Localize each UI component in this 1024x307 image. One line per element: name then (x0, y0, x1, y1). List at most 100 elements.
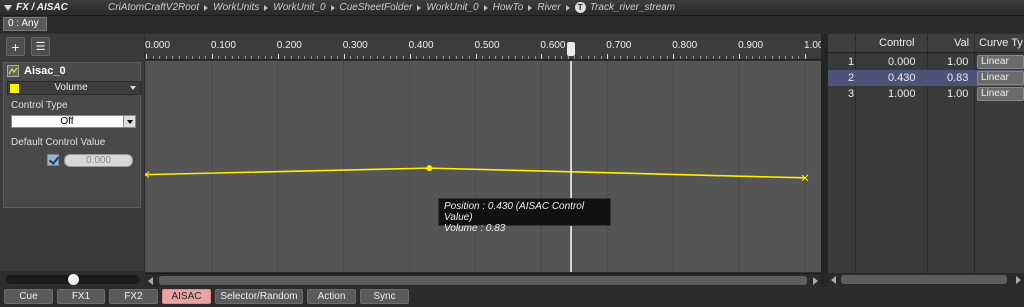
ruler-minor-tick (482, 56, 484, 59)
breadcrumb-item[interactable]: CriAtomCraftV2Root (108, 2, 199, 13)
ruler-minor-tick (745, 56, 747, 59)
control-value-ruler[interactable]: 0.000 0.100 0.200 0.300 0.400 0.500 0.600 0.700… (145, 34, 821, 60)
ruler-minor-tick (356, 56, 358, 59)
scroll-right-icon[interactable] (1016, 276, 1021, 284)
ruler-minor-tick (534, 56, 536, 59)
ruler-minor-tick (627, 56, 629, 59)
ruler-minor-tick (422, 56, 424, 59)
aisac-graph-icon (7, 65, 19, 77)
ruler-minor-tick (468, 56, 470, 59)
ruler-minor-tick (290, 56, 292, 59)
ruler-minor-tick (323, 56, 325, 59)
list-view-button[interactable]: ☰ (31, 37, 50, 56)
curve-point[interactable] (426, 165, 433, 172)
control-type-dropdown[interactable]: Off (11, 115, 136, 128)
table-row-selected[interactable]: 2 0.430 0.83 Linear (828, 70, 1024, 86)
cell-control[interactable]: 0.430 (888, 72, 916, 84)
panel-splitter[interactable] (821, 34, 828, 287)
ruler-tick-label: 1.00 (804, 40, 821, 51)
graph-horizontal-scrollbar[interactable] (145, 273, 821, 287)
ruler-minor-tick (442, 56, 444, 59)
column-header-control[interactable]: Control (879, 37, 914, 49)
ruler-minor-tick (554, 56, 556, 59)
ruler-tick-label: 0.500 (474, 40, 500, 51)
breadcrumb-item[interactable]: WorkUnit_0 (273, 2, 325, 13)
curve-type-dropdown[interactable]: Linear (977, 87, 1024, 101)
curve-type-dropdown[interactable]: Linear (977, 71, 1024, 85)
ruler-minor-tick (205, 56, 207, 59)
collapse-arrow-icon[interactable] (4, 4, 12, 11)
aisac-graph-area[interactable] (145, 61, 821, 272)
scroll-left-icon[interactable] (831, 276, 836, 284)
table-horizontal-scrollbar[interactable] (828, 273, 1024, 287)
panel-title: FX / AISAC (16, 2, 68, 13)
scrollbar-thumb[interactable] (841, 275, 1007, 284)
add-aisac-button[interactable]: + (6, 37, 25, 56)
default-control-value-field[interactable]: 0.000 (64, 154, 133, 167)
ruler-minor-tick (620, 56, 622, 59)
ruler-minor-tick (488, 56, 490, 59)
tab-fx2[interactable]: FX2 (109, 289, 158, 304)
tab-action[interactable]: Action (307, 289, 356, 304)
column-header-curve-type[interactable]: Curve Ty (979, 37, 1023, 49)
ruler-minor-tick (231, 56, 233, 59)
graph-type-dropdown[interactable]: Volume (7, 81, 141, 95)
ruler-minor-tick (178, 56, 180, 59)
chevron-down-icon (130, 86, 136, 90)
tab-cue[interactable]: Cue (4, 289, 53, 304)
zoom-slider-handle[interactable] (68, 274, 79, 285)
ruler-minor-tick (633, 56, 635, 59)
ruler-minor-tick (791, 56, 793, 59)
scrollbar-thumb[interactable] (159, 276, 807, 285)
table-row[interactable]: 1 0.000 1.00 Linear (828, 54, 1024, 70)
tab-fx1[interactable]: FX1 (57, 289, 105, 304)
cell-val[interactable]: 1.00 (947, 56, 968, 68)
ruler-major-tick (607, 54, 609, 59)
cell-control[interactable]: 0.000 (888, 56, 916, 68)
ruler-major-tick (211, 54, 213, 59)
ruler-major-tick (673, 54, 675, 59)
ruler-tick-label: 0.300 (342, 40, 368, 51)
tab-sync[interactable]: Sync (360, 289, 409, 304)
cell-val[interactable]: 1.00 (947, 88, 968, 100)
breadcrumb-current[interactable]: Track_river_stream (590, 2, 675, 13)
breadcrumb-item[interactable]: River (537, 2, 560, 13)
scroll-right-icon[interactable] (813, 277, 818, 285)
playhead-handle[interactable] (567, 42, 576, 56)
ruler-tick-label: 0.700 (606, 40, 632, 51)
ruler-minor-tick (719, 56, 721, 59)
tab-aisac[interactable]: AISAC (162, 289, 211, 304)
selector-dropdown[interactable]: 0 : Any (3, 17, 47, 31)
aisac-graph-svg (145, 61, 809, 272)
ruler-tick-label: 0.100 (210, 40, 236, 51)
scroll-left-icon[interactable] (148, 277, 153, 285)
tab-selector-random[interactable]: Selector/Random (215, 289, 303, 304)
table-row[interactable]: 3 1.000 1.00 Linear (828, 86, 1024, 102)
aisac-card[interactable]: Aisac_0 Volume Control Type Off Default … (3, 62, 141, 208)
breadcrumb-item[interactable]: HowTo (493, 2, 524, 13)
breadcrumb-separator-icon (417, 4, 422, 11)
breadcrumb-item[interactable]: WorkUnits (213, 2, 259, 13)
ruler-minor-tick (159, 56, 161, 59)
default-control-checkbox[interactable] (47, 154, 59, 166)
ruler-minor-tick (495, 56, 497, 59)
ruler-minor-tick (798, 56, 800, 59)
row-index: 2 (848, 72, 855, 84)
cell-control[interactable]: 1.000 (888, 88, 916, 100)
breadcrumb-item[interactable]: WorkUnit_0 (426, 2, 478, 13)
ruler-tick-label: 0.400 (408, 40, 434, 51)
graph-type-value: Volume (54, 82, 88, 93)
cell-val[interactable]: 0.83 (947, 72, 968, 84)
breadcrumb-item[interactable]: CueSheetFolder (340, 2, 413, 13)
ruler-minor-tick (218, 56, 220, 59)
ruler-minor-tick (646, 56, 648, 59)
ruler-minor-tick (508, 56, 510, 59)
ruler-minor-tick (765, 56, 767, 59)
ruler-minor-tick (396, 56, 398, 59)
breadcrumb-separator-icon (565, 4, 570, 11)
row-index: 3 (848, 88, 855, 100)
ruler-minor-tick (455, 56, 457, 59)
column-header-val[interactable]: Val (954, 37, 969, 49)
curve-type-dropdown[interactable]: Linear (977, 55, 1024, 69)
ruler-minor-tick (587, 56, 589, 59)
